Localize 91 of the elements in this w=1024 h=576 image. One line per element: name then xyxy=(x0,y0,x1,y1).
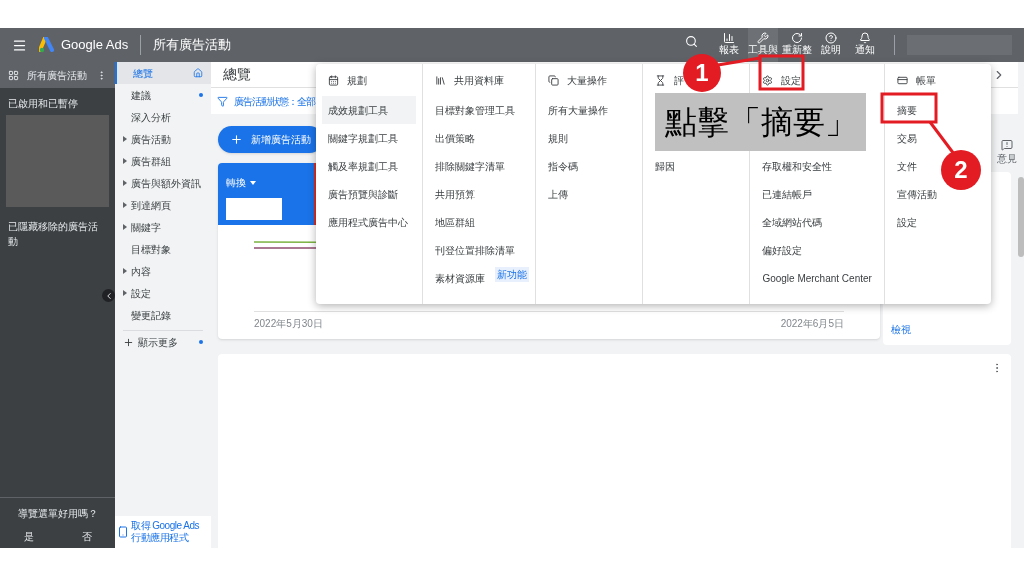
toolbar-button[interactable]: 工具與 xyxy=(748,28,778,62)
show-more-button[interactable]: 顯示更多 xyxy=(115,331,211,353)
column-icon xyxy=(435,74,447,86)
axis-date-label: 2022年5月30日 xyxy=(254,317,323,331)
menu-item[interactable]: 地區群組 xyxy=(429,208,482,236)
column-title: 規劃 xyxy=(347,73,367,88)
axis-date-label: 2022年6月5日 xyxy=(780,317,844,331)
nav-item[interactable]: 廣告群組 xyxy=(115,150,211,172)
toolbar-icon xyxy=(825,32,837,44)
toolbar-button[interactable]: 重新整 xyxy=(782,28,812,62)
product-name: Google Ads xyxy=(61,36,129,55)
menu-item[interactable]: 交易 xyxy=(890,124,923,152)
section-label: 已隱藏移除的廣告活動 xyxy=(7,220,99,249)
search-icon[interactable] xyxy=(685,34,698,48)
nav-item[interactable]: 到達網頁 xyxy=(115,194,211,216)
menu-item[interactable]: 設定 xyxy=(890,208,923,236)
menu-item[interactable]: 成效規劃工具 xyxy=(322,96,417,124)
menu-item[interactable]: 刊登位置排除清單 xyxy=(429,236,522,264)
menu-item[interactable]: 出價策略 xyxy=(429,124,482,152)
feedback-control[interactable]: 意見 xyxy=(997,139,1017,166)
menu-icon[interactable] xyxy=(12,37,27,53)
nav-item[interactable]: 總覽 xyxy=(115,62,211,84)
menu-item[interactable]: 文件 xyxy=(890,152,923,180)
menu-item[interactable]: 規則 xyxy=(542,124,575,152)
menu-item[interactable]: 全域網站代碼 xyxy=(756,208,829,236)
filter-icon[interactable] xyxy=(217,95,228,107)
grid-icon xyxy=(8,69,19,81)
dropdown-caret-icon xyxy=(250,180,256,185)
column-title: 評 xyxy=(674,73,685,88)
menu-item[interactable]: 排除關鍵字清單 xyxy=(429,152,512,180)
main-title: 總覽 xyxy=(223,65,251,84)
new-badge: 新功能 xyxy=(495,266,530,282)
nav-item[interactable]: 內容 xyxy=(115,260,211,282)
column-icon xyxy=(655,74,667,86)
column-title: 共用資料庫 xyxy=(454,73,505,88)
menu-item[interactable]: 存取權和安全性 xyxy=(756,152,839,180)
menu-item[interactable]: 已連結帳戶 xyxy=(756,180,819,208)
column-title: 設定 xyxy=(781,73,802,88)
nav-item[interactable]: 變更記錄 xyxy=(115,304,211,326)
menu-item[interactable]: Google Merchant Center xyxy=(756,264,878,292)
menu-item[interactable]: 指令碼 xyxy=(542,152,585,180)
menu-item[interactable]: 歸因 xyxy=(649,152,682,180)
column-icon xyxy=(896,74,908,86)
panel-title: 所有廣告活動 xyxy=(27,68,88,83)
menu-item[interactable]: 共用預算 xyxy=(429,180,482,208)
menu-item[interactable]: 上傳 xyxy=(542,180,575,208)
menu-item[interactable]: 應用程式廣告中心 xyxy=(322,208,414,236)
column-icon xyxy=(328,74,339,86)
nav-item[interactable]: 廣告活動 xyxy=(115,128,211,150)
menu-item[interactable]: 觸及率規劃工具 xyxy=(322,152,404,180)
toolbar-icon xyxy=(757,32,769,44)
column-icon xyxy=(762,74,774,86)
nav-item[interactable]: 廣告與額外資訊 xyxy=(115,172,211,194)
scrollbar-thumb[interactable] xyxy=(1018,177,1024,257)
menu-item[interactable]: 目標對象管理工具 xyxy=(429,96,522,124)
toolbar-icon xyxy=(791,32,803,44)
nav-item[interactable]: 建議 xyxy=(115,84,211,106)
home-icon xyxy=(193,68,203,78)
plus-icon xyxy=(230,133,243,146)
nav-item[interactable]: 深入分析 xyxy=(115,106,211,128)
nav-item[interactable]: 目標對象 xyxy=(115,238,211,260)
nav-item[interactable]: 關鍵字 xyxy=(115,216,211,238)
column-icon xyxy=(548,74,560,86)
toolbar-icon xyxy=(859,32,871,44)
caption-box: 點擊「摘要」 xyxy=(655,93,866,151)
menu-item[interactable]: 關鍵字規劃工具 xyxy=(322,124,404,152)
column-title: 帳單 xyxy=(915,73,936,88)
toolbar-button[interactable]: 通知 xyxy=(850,28,880,62)
menu-item[interactable]: 所有大量操作 xyxy=(542,96,615,124)
feedback-icon xyxy=(1001,139,1013,151)
menu-item[interactable]: 素材資源庫 xyxy=(429,264,492,292)
panel-header[interactable]: 所有廣告活動 xyxy=(0,62,115,88)
logo-icon xyxy=(39,37,57,53)
column-title: 大量操作 xyxy=(567,73,608,88)
menu-item[interactable]: 摘要 xyxy=(890,96,923,124)
metric-tile[interactable]: 轉換 xyxy=(218,163,314,225)
toolbar-icon xyxy=(723,32,735,44)
phone-icon xyxy=(117,526,129,538)
feedback-button[interactable]: 是 xyxy=(19,529,38,544)
menu-item[interactable]: 廣告預覽與診斷 xyxy=(322,180,404,208)
feedback-button[interactable]: 否 xyxy=(77,529,96,544)
feedback-question: 導覽選單好用嗎？ xyxy=(17,507,98,521)
menu-item[interactable]: 偏好設定 xyxy=(756,236,809,264)
plus-icon xyxy=(123,336,134,348)
nav-item[interactable]: 設定 xyxy=(115,282,211,304)
section-label: 已啟用和已暫停 xyxy=(7,97,79,111)
toolbar-button[interactable]: 說明 xyxy=(816,28,846,62)
view-link[interactable]: 檢視 xyxy=(891,322,1003,337)
page-title: 所有廣告活動 xyxy=(153,36,232,55)
highlight-frame xyxy=(758,54,805,91)
menu-item[interactable]: 宣傳活動 xyxy=(890,180,943,208)
